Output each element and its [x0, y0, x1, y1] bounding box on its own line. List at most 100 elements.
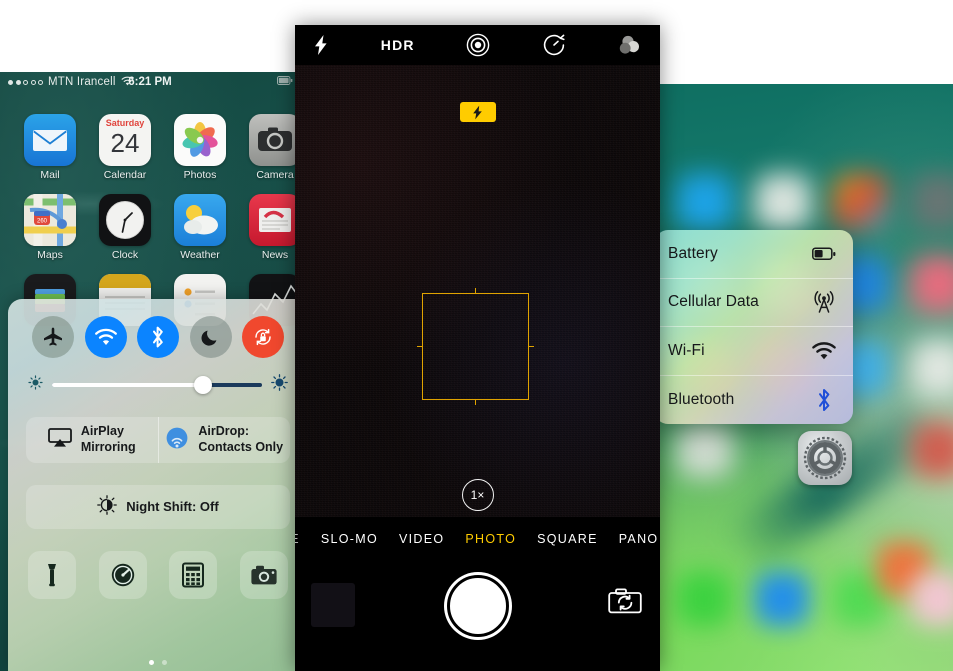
calendar-day-name: Saturday — [105, 118, 145, 128]
app-photos[interactable]: Photos — [174, 114, 226, 181]
control-center: AirPlay Mirroring AirDrop: Contacts Only… — [8, 299, 300, 671]
brightness-track[interactable] — [52, 376, 262, 394]
blurred-app-icon — [911, 422, 953, 478]
blurred-dock-icon — [677, 572, 731, 626]
control-center-toggles — [8, 299, 300, 358]
app-label: News — [261, 249, 289, 261]
blurred-app-icon — [677, 174, 733, 230]
camera-shortcut[interactable] — [239, 551, 288, 599]
airdrop-button[interactable]: AirDrop: Contacts Only — [159, 417, 291, 463]
settings-app-icon[interactable] — [798, 431, 852, 485]
app-calendar[interactable]: Saturday 24 Calendar — [99, 114, 151, 181]
brightness-slider[interactable] — [8, 358, 300, 396]
bluetooth-icon — [809, 387, 839, 413]
calculator-shortcut[interactable] — [169, 551, 218, 599]
camera-icon — [249, 114, 300, 166]
quick-action-battery[interactable]: Battery — [655, 230, 853, 279]
filters-button[interactable] — [618, 34, 642, 56]
mode-square[interactable]: SQUARE — [537, 532, 598, 546]
app-mail[interactable]: Mail — [24, 114, 76, 181]
page-indicator — [8, 660, 300, 665]
quick-action-label: Battery — [668, 244, 718, 262]
flash-bolt-icon — [473, 105, 482, 119]
shutter-button[interactable] — [446, 575, 509, 637]
settings-gear-icon — [803, 436, 847, 480]
airplay-airdrop-row: AirPlay Mirroring AirDrop: Contacts Only — [26, 417, 290, 463]
airplane-icon — [44, 327, 62, 346]
blurred-dock-icon — [911, 572, 953, 626]
maps-icon: 260 — [24, 194, 76, 246]
calculator-icon — [182, 562, 205, 588]
quick-action-cellular-data[interactable]: Cellular Data — [655, 279, 853, 327]
wifi-toggle[interactable] — [84, 316, 127, 358]
photo-library-thumbnail[interactable] — [311, 583, 355, 627]
brightness-fill — [52, 383, 204, 387]
blurred-app-icon — [677, 422, 733, 478]
timer-shortcut[interactable] — [98, 551, 147, 599]
timer-clock-icon — [544, 34, 565, 56]
hdr-button[interactable]: HDR — [381, 37, 415, 53]
night-shift-label: Night Shift: Off — [126, 498, 219, 514]
quick-action-bluetooth[interactable]: Bluetooth — [655, 376, 853, 425]
app-news[interactable]: News — [249, 194, 300, 261]
viewfinder-noise — [295, 65, 660, 517]
weather-icon — [174, 194, 226, 246]
bluetooth-icon — [153, 326, 163, 348]
blurred-app-icon — [833, 174, 889, 230]
app-label: Weather — [180, 249, 220, 261]
quick-actions-menu[interactable]: Battery Cellular Data Wi-Fi Bluetooth — [655, 230, 853, 424]
quick-action-wifi[interactable]: Wi-Fi — [655, 327, 853, 376]
news-icon — [249, 194, 300, 246]
camera-mode-selector[interactable]: SE SLO-MO VIDEO PHOTO SQUARE PANO — [295, 517, 660, 561]
page-dot[interactable] — [162, 660, 167, 665]
cellular-tower-icon — [809, 289, 839, 315]
quick-action-label: Bluetooth — [668, 390, 735, 408]
airplane-mode-toggle[interactable] — [32, 316, 74, 358]
flash-status-badge — [459, 102, 496, 122]
page-dot[interactable] — [149, 660, 154, 665]
brightness-low-icon — [28, 375, 43, 395]
flashlight-icon — [48, 564, 56, 587]
app-maps[interactable]: 260 Maps — [24, 194, 76, 261]
bluetooth-toggle[interactable] — [137, 316, 179, 358]
focus-rectangle — [417, 288, 534, 405]
blurred-app-icon — [911, 340, 953, 396]
airdrop-icon — [165, 427, 189, 454]
mode-slo-mo[interactable]: SLO-MO — [321, 532, 378, 546]
moon-icon — [201, 330, 216, 346]
screenshot-root: Battery Cellular Data Wi-Fi Bluetooth MT… — [0, 0, 953, 671]
camera-bottom-bar — [295, 561, 660, 671]
left-panel-homescreen: MTN Irancell 6:21 PM Mail Saturday 24 Ca… — [0, 72, 300, 671]
app-clock[interactable]: Clock — [99, 194, 151, 261]
mode-pano[interactable]: PANO — [619, 532, 659, 546]
app-label: Mail — [40, 169, 60, 181]
airplay-mirroring-button[interactable]: AirPlay Mirroring — [26, 417, 159, 463]
app-weather[interactable]: Weather — [174, 194, 226, 261]
app-label: Camera — [256, 169, 294, 181]
flashlight-shortcut[interactable] — [28, 551, 76, 599]
timer-button[interactable] — [542, 33, 566, 57]
airplay-icon — [47, 427, 72, 453]
mode-photo[interactable]: PHOTO — [465, 532, 516, 546]
brightness-knob[interactable] — [194, 376, 213, 394]
battery-icon — [277, 76, 293, 88]
flash-button[interactable] — [313, 34, 329, 56]
calendar-day-number: 24 — [110, 128, 140, 158]
rotation-lock-toggle[interactable] — [242, 316, 284, 358]
photos-icon — [174, 114, 226, 166]
do-not-disturb-toggle[interactable] — [189, 316, 232, 358]
live-photo-button[interactable] — [466, 33, 490, 57]
quick-action-label: Wi-Fi — [668, 341, 705, 359]
app-camera[interactable]: Camera — [249, 114, 300, 181]
mode-time-lapse[interactable]: SE — [295, 532, 300, 546]
camera-viewfinder[interactable]: 1× — [295, 65, 660, 517]
zoom-level-button[interactable]: 1× — [461, 479, 494, 511]
camera-icon — [251, 565, 277, 585]
flip-camera-button[interactable] — [608, 587, 642, 620]
night-shift-button[interactable]: Night Shift: Off — [26, 485, 290, 529]
blurred-dock-icon — [755, 572, 809, 626]
mode-video[interactable]: VIDEO — [399, 532, 444, 546]
app-label: Clock — [111, 249, 139, 261]
rotation-lock-icon — [255, 328, 271, 346]
filters-icon — [619, 35, 639, 54]
